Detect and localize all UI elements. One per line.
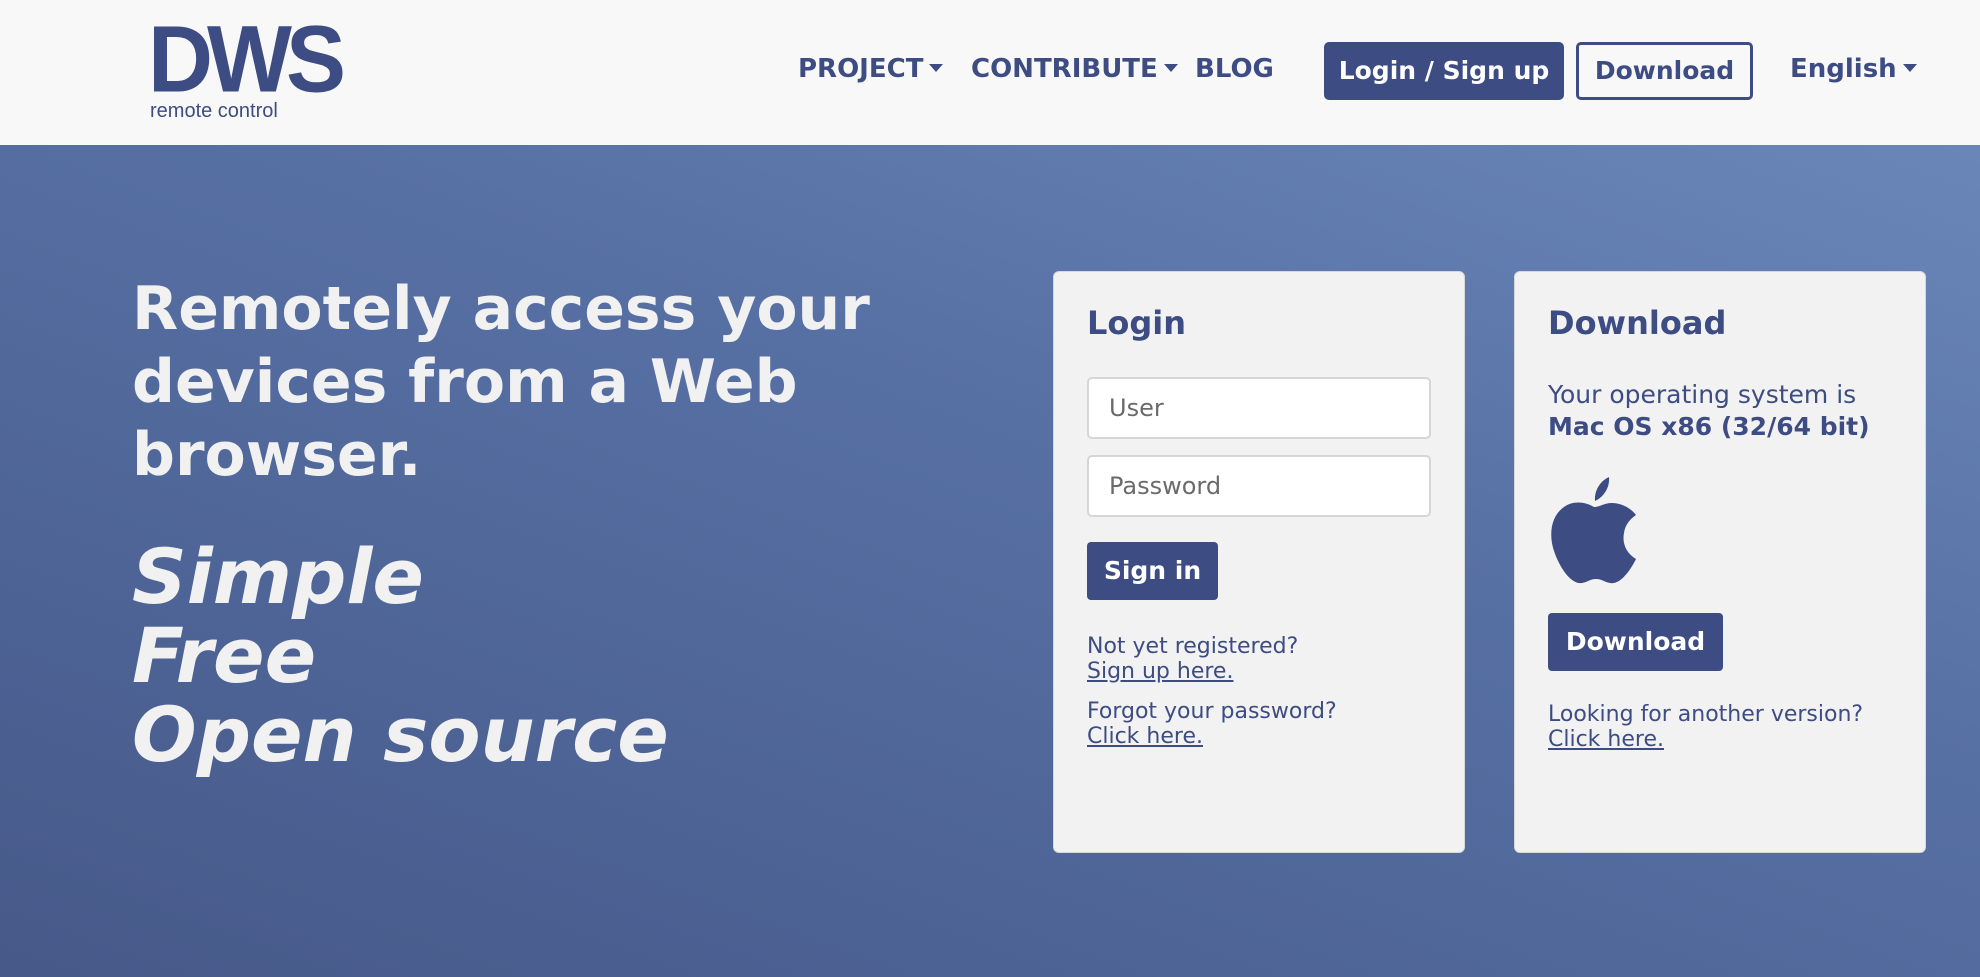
download-card-title: Download — [1548, 304, 1727, 342]
download-card: Download Your operating system is Mac OS… — [1514, 271, 1926, 853]
forgot-password-note: Forgot your password? Click here. — [1087, 699, 1337, 749]
signup-note: Not yet registered? Sign up here. — [1087, 634, 1298, 684]
top-navbar: DWS remote control PROJECT CONTRIBUTE BL… — [0, 0, 1980, 145]
forgot-password-text: Forgot your password? — [1087, 699, 1337, 724]
dws-logo[interactable]: DWS remote control — [148, 7, 346, 124]
hero-headline: Remotely access your devices from a Web … — [132, 274, 870, 490]
forgot-password-link[interactable]: Click here. — [1087, 724, 1337, 749]
logo-subtitle: remote control — [150, 100, 278, 122]
hero-taglines: Simple Free Open source — [132, 537, 669, 774]
other-version-note: Looking for another version? Click here. — [1548, 702, 1863, 752]
nav-project-label: PROJECT — [798, 54, 924, 84]
sign-in-button[interactable]: Sign in — [1087, 542, 1218, 600]
caret-down-icon — [929, 63, 944, 72]
apple-icon — [1551, 477, 1636, 584]
os-detection: Your operating system is Mac OS x86 (32/… — [1548, 379, 1870, 443]
user-input[interactable] — [1087, 377, 1431, 439]
os-name: Mac OS x86 (32/64 bit) — [1548, 412, 1870, 441]
nav-contribute-label: CONTRIBUTE — [971, 54, 1158, 84]
os-intro-text: Your operating system is — [1548, 380, 1857, 409]
login-card: Login Sign in Not yet registered? Sign u… — [1053, 271, 1465, 853]
caret-down-icon — [1902, 63, 1917, 72]
tagline-free: Free — [132, 611, 317, 700]
download-nav-button[interactable]: Download — [1576, 42, 1753, 100]
language-label: English — [1790, 54, 1897, 84]
nav-blog-link[interactable]: BLOG — [1195, 52, 1274, 86]
password-input[interactable] — [1087, 455, 1431, 517]
caret-down-icon — [1163, 63, 1178, 72]
nav-contribute-dropdown[interactable]: CONTRIBUTE — [971, 52, 1178, 86]
tagline-simple: Simple — [132, 532, 424, 621]
other-version-link[interactable]: Click here. — [1548, 727, 1863, 752]
login-signup-button[interactable]: Login / Sign up — [1324, 42, 1564, 100]
not-registered-text: Not yet registered? — [1087, 634, 1299, 659]
hero-section: Remotely access your devices from a Web … — [0, 145, 1980, 977]
sign-up-link[interactable]: Sign up here. — [1087, 659, 1298, 684]
login-card-title: Login — [1087, 304, 1187, 342]
language-dropdown[interactable]: English — [1790, 52, 1917, 86]
nav-project-dropdown[interactable]: PROJECT — [798, 52, 944, 86]
other-version-text: Looking for another version? — [1548, 702, 1864, 727]
logo-mark: DWS — [148, 7, 346, 113]
download-button[interactable]: Download — [1548, 613, 1723, 671]
tagline-open-source: Open source — [132, 690, 669, 779]
